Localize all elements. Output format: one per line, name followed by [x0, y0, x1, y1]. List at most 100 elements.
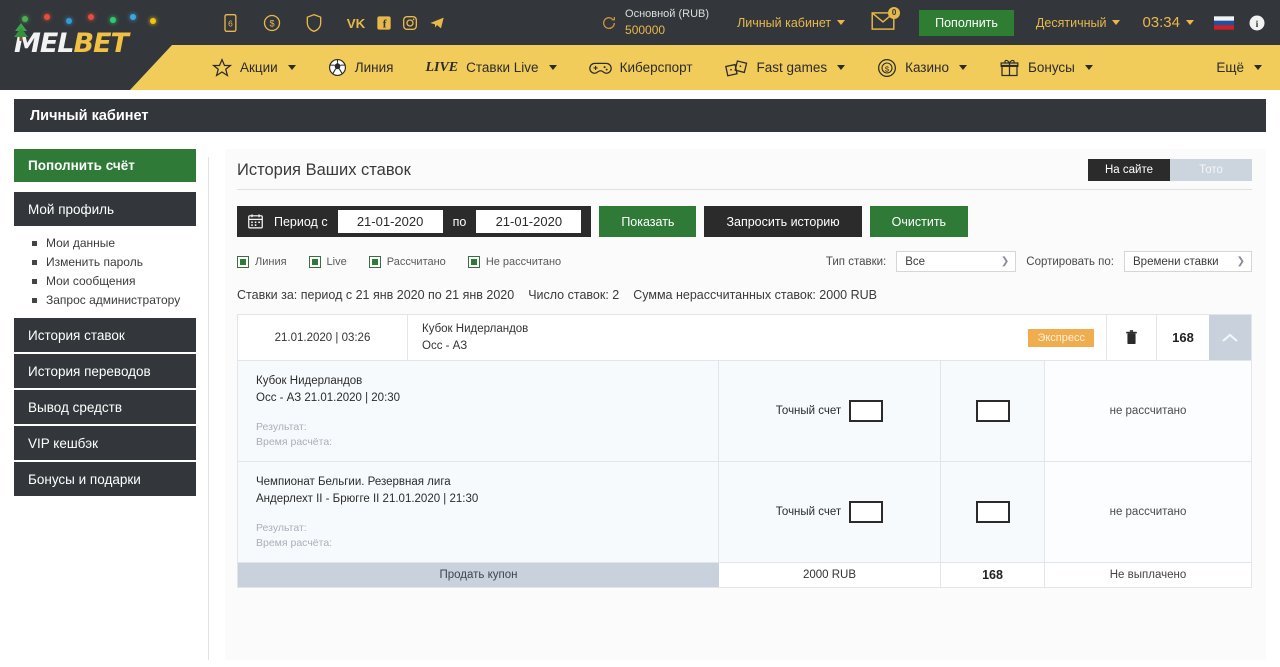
coupon-payout-status: Не выплачено	[1045, 563, 1251, 587]
calendar-icon[interactable]	[247, 213, 264, 230]
bet-row-info: Чемпионат Бельгии. Резервная лига Андерл…	[238, 462, 719, 562]
nav-item-live[interactable]: LIVE Ставки Live	[409, 45, 572, 90]
bet-row-info: Кубок Нидерландов Осс - АЗ 21.01.2020 | …	[238, 361, 719, 461]
svg-text:6: 6	[228, 18, 233, 28]
page-body: Пополнить счёт Мой профиль Мои данные Из…	[0, 141, 1280, 660]
chevron-down-icon	[1254, 65, 1262, 70]
football-icon	[328, 58, 346, 77]
facebook-icon[interactable]: f	[376, 15, 392, 31]
star-icon	[212, 57, 232, 77]
messages-button[interactable]: 0	[871, 7, 901, 33]
page-title: Личный кабинет	[14, 99, 1266, 132]
sidebar-item-vip-cashback[interactable]: VIP кешбэк	[14, 426, 196, 460]
info-icon[interactable]: i	[1248, 14, 1266, 32]
social-links: VK f	[346, 15, 446, 31]
main-content: История Ваших ставок На сайте Тото Перио…	[225, 149, 1266, 660]
show-button[interactable]: Показать	[599, 206, 697, 237]
refresh-icon[interactable]	[601, 15, 617, 31]
clock-time: 03:34	[1142, 14, 1180, 31]
nav-item-esports[interactable]: Киберспорт	[573, 45, 709, 90]
sort-by-value: Времени ставки	[1133, 255, 1219, 268]
nav-item-line[interactable]: Линия	[312, 45, 410, 90]
coupon-date: 21.01.2020 | 03:26	[238, 315, 408, 360]
coupon-footer: Продать купон 2000 RUB 168 Не выплачено	[238, 562, 1251, 587]
checkbox-unsettled[interactable]: Не рассчитано	[467, 255, 562, 268]
nav-item-more[interactable]: Ещё	[1200, 45, 1280, 90]
checkbox-live[interactable]: Live	[308, 255, 347, 268]
top-bar: MELBET 6 $ VK f Основной (RUB) 500000 Ли…	[0, 0, 1280, 57]
sort-by-select[interactable]: Времени ставки ❯	[1124, 251, 1252, 272]
live-tag: LIVE	[425, 59, 459, 75]
sidebar-item-my-data[interactable]: Мои данные	[32, 234, 196, 253]
summary-unsettled-sum: Сумма нерассчитанных ставок: 2000 RUB	[633, 288, 877, 302]
sidebar-item-transfer-history[interactable]: История переводов	[14, 354, 196, 388]
telegram-icon[interactable]	[428, 15, 446, 31]
dollar-coin-icon[interactable]: $	[262, 13, 282, 33]
date-from-input[interactable]	[337, 210, 443, 233]
collapse-coupon-button[interactable]	[1209, 315, 1251, 360]
bet-row-market-value	[849, 501, 884, 523]
sidebar-item-my-messages[interactable]: Мои сообщения	[32, 272, 196, 291]
chevron-down-icon	[1084, 65, 1093, 70]
sidebar-item-bonuses-gifts[interactable]: Бонусы и подарки	[14, 462, 196, 496]
deposit-button[interactable]: Пополнить	[919, 9, 1014, 36]
sidebar-item-change-password[interactable]: Изменить пароль	[32, 253, 196, 272]
tab-on-site[interactable]: На сайте	[1088, 159, 1170, 181]
chevron-down-icon	[837, 65, 846, 70]
filter-checkbox-row: Линия Live Рассчитано Не рассчитано Тип …	[237, 251, 1252, 272]
bet-row-market-label: Точный счет	[775, 506, 842, 518]
chevron-down-icon: ❯	[1236, 256, 1245, 267]
instagram-icon[interactable]	[402, 15, 418, 31]
vk-icon[interactable]: VK	[346, 15, 366, 31]
chevron-down-icon	[837, 20, 846, 25]
bet-row: Чемпионат Бельгии. Резервная лига Андерл…	[238, 461, 1251, 562]
nav-item-bonuses[interactable]: Бонусы	[983, 45, 1109, 90]
checkbox-line[interactable]: Линия	[237, 255, 287, 268]
nav-item-promotions[interactable]: Акции	[196, 45, 312, 90]
page-header-strip: Личный кабинет	[0, 90, 1280, 141]
coupon-match: Осс - АЗ	[422, 339, 468, 352]
svg-text:f: f	[383, 18, 387, 30]
sidebar-item-bet-history[interactable]: История ставок	[14, 318, 196, 352]
mobile-app-icon[interactable]: 6	[220, 13, 240, 33]
account-menu[interactable]: Личный кабинет	[737, 16, 846, 30]
sidebar-item-profile[interactable]: Мой профиль	[14, 192, 196, 226]
nav-item-fastgames[interactable]: Fast games	[709, 45, 862, 90]
nav-item-casino[interactable]: $ Казино	[861, 45, 983, 90]
clock-widget[interactable]: 03:34	[1142, 14, 1194, 31]
checkbox-settled[interactable]: Рассчитано	[368, 255, 446, 268]
bet-row-calctime-label: Время расчёта:	[256, 537, 333, 550]
shield-icon[interactable]	[304, 13, 324, 33]
sell-coupon-button[interactable]: Продать купон	[238, 563, 719, 587]
clear-button[interactable]: Очистить	[869, 206, 969, 237]
tab-toto[interactable]: Тото	[1170, 159, 1252, 181]
bet-row-tournament: Чемпионат Бельгии. Резервная лига	[256, 476, 451, 488]
chevron-down-icon	[1112, 20, 1121, 25]
sidebar-deposit-button[interactable]: Пополнить счёт	[14, 149, 196, 182]
request-history-button[interactable]: Запросить историю	[704, 206, 862, 237]
bets-summary: Ставки за: период с 21 янв 2020 по 21 ян…	[237, 288, 1252, 302]
checkbox-label: Линия	[255, 255, 287, 268]
sidebar-item-admin-request[interactable]: Запрос администратору	[32, 291, 196, 310]
date-to-input[interactable]	[476, 210, 582, 233]
coupon-total-sum: 2000 RUB	[719, 563, 941, 587]
bet-type-select[interactable]: Все ❯	[896, 251, 1017, 272]
bet-row-coef-value	[975, 501, 1010, 523]
odds-format-selector[interactable]: Десятичный	[1036, 16, 1121, 30]
coupon-badge-cell: Экспресс	[1016, 315, 1107, 360]
nav-item-label: Акции	[240, 60, 278, 75]
checkbox-label: Рассчитано	[386, 255, 446, 268]
nav-item-label: Fast games	[756, 60, 828, 75]
content-header: История Ваших ставок На сайте Тото	[237, 159, 1252, 190]
bet-row-coef	[941, 462, 1045, 562]
date-range-group: Период с по	[237, 206, 592, 237]
bet-row-coef	[941, 361, 1045, 461]
bet-row-market-label: Точный счет	[775, 405, 842, 417]
checkbox-label: Не рассчитано	[485, 255, 562, 268]
sidebar-item-withdraw[interactable]: Вывод средств	[14, 390, 196, 424]
logo[interactable]: MELBET	[0, 0, 180, 57]
bet-row-tournament: Кубок Нидерландов	[256, 375, 363, 387]
delete-coupon-button[interactable]	[1107, 315, 1157, 360]
ru-flag-icon[interactable]	[1214, 15, 1234, 30]
balance-widget[interactable]: Основной (RUB) 500000	[601, 7, 709, 38]
